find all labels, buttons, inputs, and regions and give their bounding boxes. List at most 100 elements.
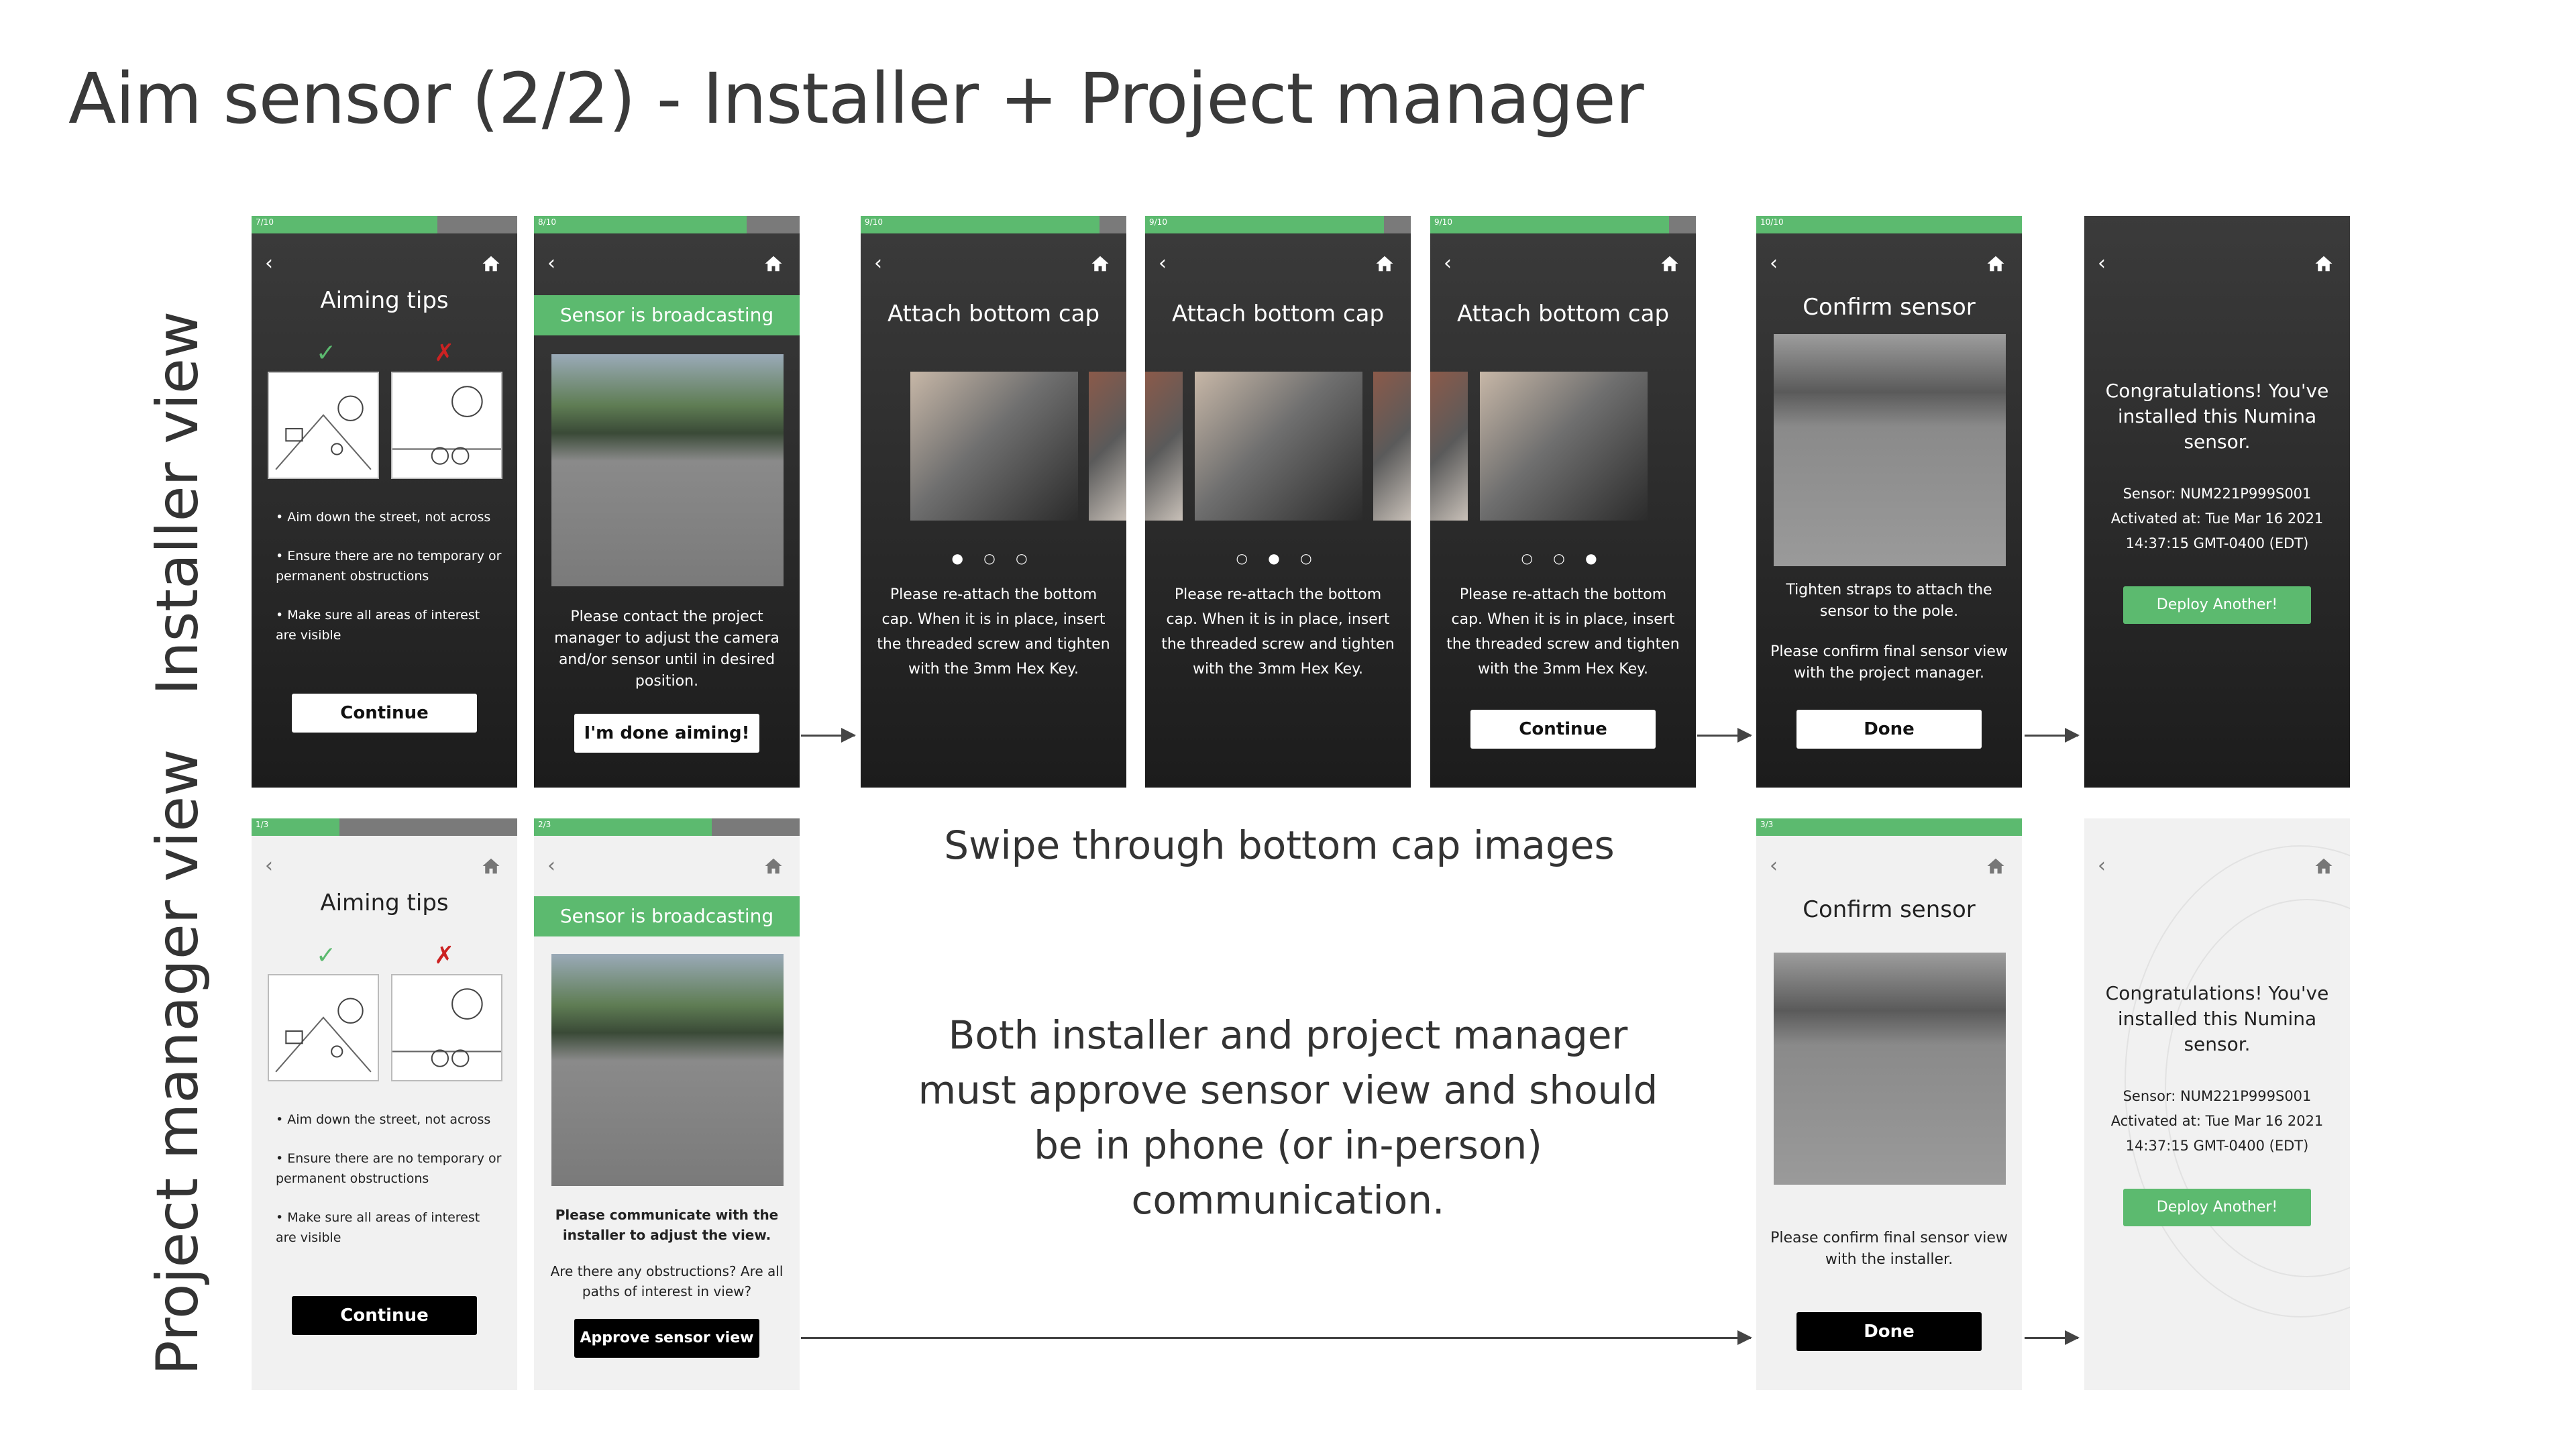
chevron-left-icon[interactable]: ‹ (2098, 856, 2106, 876)
installer-screen-attach-cap-3: 9/10 ‹ Attach bottom cap ○ ○ ● Please re… (1430, 216, 1696, 788)
bad-aim-sketch (391, 974, 502, 1081)
progress-text: 8/10 (538, 217, 556, 227)
chevron-left-icon[interactable]: ‹ (265, 856, 273, 876)
screen-title: Confirm sensor (1803, 896, 1976, 923)
flow-arrow (2025, 728, 2080, 743)
chevron-left-icon[interactable]: ‹ (1770, 856, 1778, 876)
chevron-left-icon[interactable]: ‹ (1770, 254, 1778, 274)
chevron-left-icon[interactable]: ‹ (2098, 254, 2106, 274)
instruction-text: Please contact the project manager to ad… (554, 608, 780, 690)
screen-title: Attach bottom cap (1171, 301, 1385, 327)
home-icon[interactable] (1660, 254, 1680, 274)
home-icon[interactable] (1375, 254, 1395, 274)
progress-fill (534, 216, 747, 233)
done-button[interactable]: Done (1796, 1312, 1982, 1351)
sensor-details: Sensor: NUM221P999S001 Activated at: Tue… (2098, 1084, 2337, 1159)
approve-sensor-view-button[interactable]: Approve sensor view (574, 1319, 759, 1358)
deploy-another-button[interactable]: Deploy Another! (2123, 586, 2311, 624)
instruction-text: Please confirm final sensor view with th… (1770, 1230, 2008, 1268)
sensor-id: Sensor: NUM221P999S001 (2123, 486, 2312, 502)
sensor-details: Sensor: NUM221P999S001 Activated at: Tue… (2098, 482, 2337, 556)
home-icon[interactable] (2314, 254, 2334, 274)
screen-title: Aiming tips (320, 287, 449, 314)
good-aim-sketch (268, 372, 379, 479)
page-title: Aim sensor (2/2) - Installer + Project m… (68, 58, 1644, 140)
congratulations-text: Congratulations! You've installed this N… (2105, 982, 2329, 1055)
flow-arrow (2025, 1330, 2080, 1345)
swipe-caption: Swipe through bottom cap images (944, 822, 1615, 868)
check-icon: ✓ (316, 942, 337, 969)
sensor-camera-view (551, 354, 784, 586)
home-icon[interactable] (481, 254, 501, 274)
progress-text: 9/10 (865, 217, 883, 227)
instruction-text: Please confirm final sensor view with th… (1770, 643, 2008, 682)
chevron-left-icon[interactable]: ‹ (265, 254, 273, 274)
home-icon[interactable] (763, 856, 784, 876)
check-icon: ✓ (316, 339, 337, 367)
installer-screen-attach-cap-2: 9/10 ‹ Attach bottom cap ○ ● ○ Please re… (1145, 216, 1411, 788)
installer-screen-broadcasting: 8/10 ‹ Sensor is broadcasting Please con… (534, 216, 800, 788)
activated-time: 14:37:15 GMT-0400 (EDT) (2125, 535, 2309, 551)
home-icon[interactable] (1090, 254, 1110, 274)
congratulations-text: Congratulations! You've installed this N… (2105, 380, 2329, 453)
chevron-left-icon[interactable]: ‹ (1159, 254, 1167, 274)
next-image-peek (1373, 372, 1411, 521)
progress-text: 3/3 (1760, 820, 1774, 829)
tip-item: • Make sure all areas of interest are vi… (276, 608, 480, 643)
progress-text: 7/10 (256, 217, 274, 227)
broadcasting-banner: Sensor is broadcasting (534, 896, 800, 936)
progress-text: 2/3 (538, 820, 551, 829)
progress-bar: 9/10 (1145, 216, 1411, 233)
instruction-text: Tighten straps to attach the sensor to t… (1786, 582, 1992, 620)
next-image-peek (1089, 372, 1126, 521)
tip-item: • Aim down the street, not across (276, 510, 491, 525)
chevron-left-icon[interactable]: ‹ (547, 856, 555, 876)
installer-screen-congratulations: ‹ Congratulations! You've installed this… (2084, 216, 2350, 788)
done-button[interactable]: Done (1796, 710, 1982, 749)
bad-aim-sketch (391, 372, 502, 479)
continue-button[interactable]: Continue (292, 694, 477, 733)
progress-text: 10/10 (1760, 217, 1784, 227)
home-icon[interactable] (481, 856, 501, 876)
home-icon[interactable] (1986, 254, 2006, 274)
sensor-camera-view (551, 954, 784, 1186)
instruction-text: Please re-attach the bottom cap. When it… (1161, 586, 1395, 678)
pm-screen-broadcasting: 2/3 ‹ Sensor is broadcasting Please comm… (534, 818, 800, 1390)
chevron-left-icon[interactable]: ‹ (874, 254, 882, 274)
good-aim-sketch (268, 974, 379, 1081)
question-text: Are there any obstructions? Are all path… (550, 1263, 784, 1299)
carousel-dots[interactable]: ● ○ ○ (861, 550, 1126, 566)
done-aiming-button[interactable]: I'm done aiming! (574, 714, 759, 753)
progress-bar: 3/3 (1756, 818, 2022, 836)
home-icon[interactable] (2314, 856, 2334, 876)
progress-fill (1145, 216, 1385, 233)
home-icon[interactable] (1986, 856, 2006, 876)
activated-date: Activated at: Tue Mar 16 2021 (2110, 511, 2324, 527)
screen-title: Attach bottom cap (887, 301, 1100, 327)
activated-date: Activated at: Tue Mar 16 2021 (2110, 1113, 2324, 1129)
bottom-cap-image[interactable] (910, 372, 1078, 521)
progress-fill (861, 216, 1100, 233)
sensor-id: Sensor: NUM221P999S001 (2123, 1088, 2312, 1104)
installer-screen-aiming-tips: 7/10 ‹ Aiming tips ✓ ✗ • Aim down the st… (252, 216, 517, 788)
bottom-cap-image[interactable] (1195, 372, 1362, 521)
home-icon[interactable] (763, 254, 784, 274)
row-label-project-manager: Project manager view (144, 749, 211, 1376)
progress-bar: 8/10 (534, 216, 800, 233)
carousel-dots[interactable]: ○ ● ○ (1145, 550, 1411, 566)
continue-button[interactable]: Continue (292, 1296, 477, 1335)
continue-button[interactable]: Continue (1470, 710, 1656, 749)
tip-item: • Ensure there are no temporary or perma… (276, 1151, 502, 1186)
progress-bar: 10/10 (1756, 216, 2022, 233)
screen-title: Aiming tips (320, 890, 449, 916)
carousel-dots[interactable]: ○ ○ ● (1430, 550, 1696, 566)
deploy-another-button[interactable]: Deploy Another! (2123, 1189, 2311, 1226)
bottom-cap-image[interactable] (1480, 372, 1648, 521)
final-sensor-view (1774, 953, 2006, 1185)
chevron-left-icon[interactable]: ‹ (1444, 254, 1452, 274)
pm-screen-aiming-tips: 1/3 ‹ Aiming tips ✓ ✗ • Aim down the str… (252, 818, 517, 1390)
previous-image-peek (1430, 372, 1468, 521)
tip-item: • Ensure there are no temporary or perma… (276, 549, 502, 584)
row-label-installer: Installer view (144, 311, 211, 696)
chevron-left-icon[interactable]: ‹ (547, 254, 555, 274)
